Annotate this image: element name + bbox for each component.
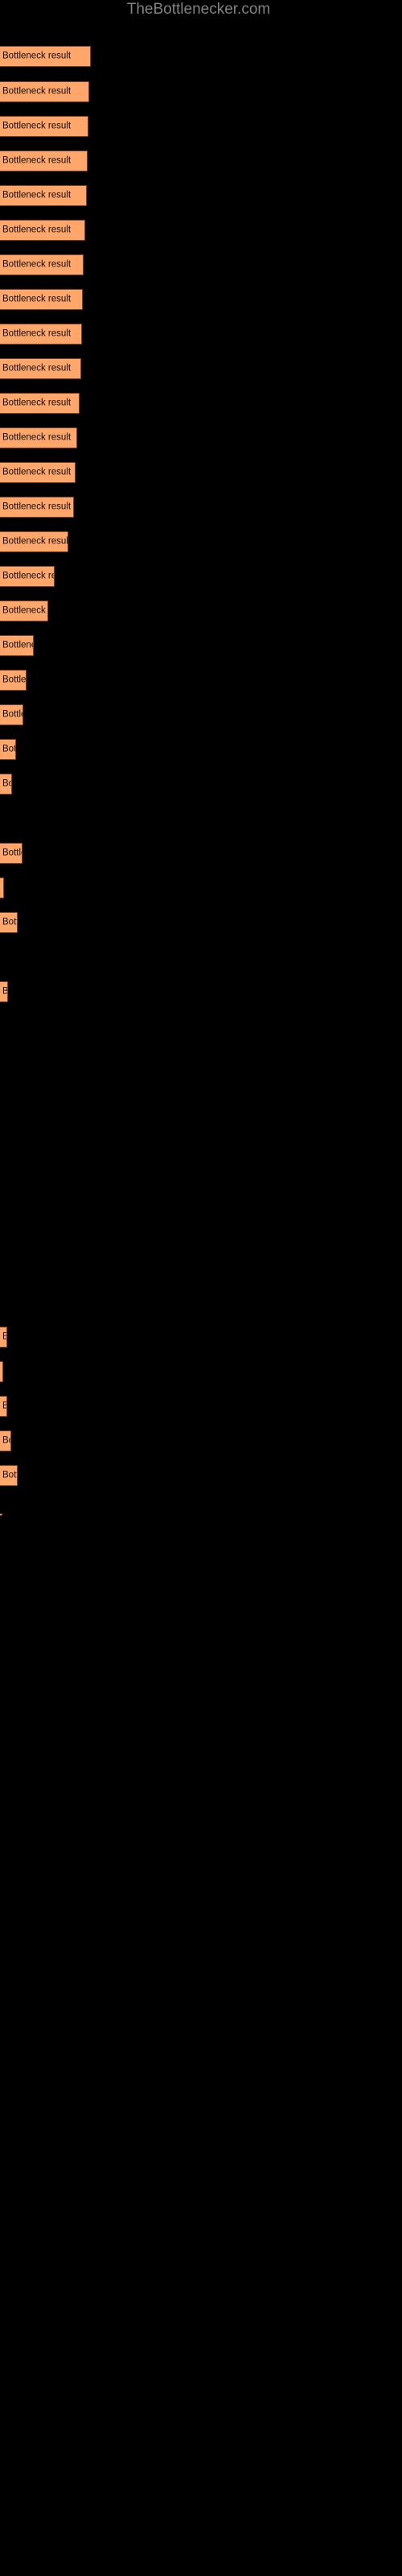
- bar-label: Bottleneck result: [2, 571, 54, 581]
- bar[interactable]: Bottleneck result: [0, 358, 81, 379]
- bar-label: Bottleneck result: [2, 1367, 3, 1377]
- bar[interactable]: Bottleneck result: [0, 185, 87, 206]
- bar-label: Bottleneck result: [2, 398, 72, 408]
- bar[interactable]: Bottleneck result: [0, 601, 48, 621]
- bottleneck-bar-chart: Bottleneck result Bottleneck result Bottle…: [0, 0, 402, 2576]
- bar[interactable]: Bottleneck result: [0, 912, 18, 933]
- bar-label: Bottleneck result: [2, 883, 3, 894]
- bar-label: Bottleneck result: [2, 363, 72, 374]
- bar-label: Bottleneck result: [2, 986, 8, 997]
- bar[interactable]: Bottleneck result: [0, 1396, 7, 1417]
- bar[interactable]: Bottleneck result: [0, 1327, 7, 1348]
- bar[interactable]: Bottleneck result: [0, 151, 88, 171]
- bar[interactable]: Bottleneck result: [0, 462, 76, 483]
- bar-label: Bottleneck result: [2, 86, 72, 97]
- bar-label: Bottleneck result: [2, 155, 72, 166]
- bar[interactable]: Bottleneck result: [0, 254, 84, 275]
- bar-label: Bottleneck result: [2, 1332, 6, 1343]
- bar-label: Bottleneck result: [2, 225, 72, 235]
- bar[interactable]: Bottleneck result: [0, 324, 82, 345]
- bar-label: Bottleneck result: [2, 259, 72, 270]
- bar-label: Bottleneck result: [2, 467, 72, 477]
- bar-label: Bottleneck result: [2, 605, 47, 616]
- bar[interactable]: Bottleneck result: [0, 116, 88, 137]
- bar-label: Bottleneck result: [2, 917, 17, 927]
- bar-label: Bottleneck result: [2, 640, 33, 650]
- bar[interactable]: Bottleneck result: [0, 566, 55, 587]
- bar-label: Bottleneck result: [2, 1435, 10, 1446]
- bar-label: Bottleneck result: [2, 51, 72, 61]
- bar[interactable]: Bottleneck result: [0, 1430, 11, 1451]
- bar-label: Bottleneck result: [2, 121, 72, 131]
- bar-label: Bottleneck result: [2, 675, 27, 685]
- bar[interactable]: Bottleneck result: [0, 81, 89, 102]
- bar[interactable]: Bottleneck result: [0, 497, 74, 518]
- bar[interactable]: Bottleneck result: [0, 1465, 18, 1486]
- bar[interactable]: Bottleneck result: [0, 46, 91, 67]
- bar-label: Bottleneck result: [2, 502, 72, 512]
- bar[interactable]: Bottleneck result: [0, 843, 23, 864]
- bar-label: Bottleneck result: [2, 744, 16, 754]
- bar[interactable]: Bottleneck result: [0, 739, 16, 760]
- bar-label: Bottleneck result: [2, 294, 72, 304]
- bar[interactable]: Bottleneck result: [0, 393, 80, 414]
- bar-label: Bottleneck result: [2, 778, 11, 789]
- bar-label: Bottleneck result: [2, 848, 22, 858]
- bar[interactable]: Bottleneck result: [0, 635, 34, 656]
- bar-label: Bottleneck result: [2, 536, 68, 547]
- bar[interactable]: Bottleneck result: [0, 427, 77, 448]
- bar-label: Bottleneck result: [2, 190, 72, 200]
- bar[interactable]: Bottleneck result: [0, 774, 12, 795]
- bar[interactable]: Bottleneck result: [0, 220, 85, 241]
- bar-label: Bottleneck result: [2, 328, 72, 339]
- bar[interactable]: Bottleneck result: [0, 981, 8, 1002]
- bar[interactable]: Bottleneck result: [0, 1513, 2, 1516]
- bar[interactable]: Bottleneck result: [0, 670, 27, 691]
- bar-label: Bottleneck result: [2, 709, 23, 720]
- bar-label: Bottleneck result: [2, 432, 72, 443]
- bar[interactable]: Bottleneck result: [0, 704, 23, 725]
- bar-label: Bottleneck result: [2, 1402, 6, 1412]
- bar[interactable]: Bottleneck result: [0, 877, 4, 898]
- bar[interactable]: Bottleneck result: [0, 531, 68, 552]
- bar[interactable]: Bottleneck result: [0, 289, 83, 310]
- bar-label: Bottleneck result: [2, 1470, 17, 1480]
- bar[interactable]: Bottleneck result: [0, 1361, 3, 1382]
